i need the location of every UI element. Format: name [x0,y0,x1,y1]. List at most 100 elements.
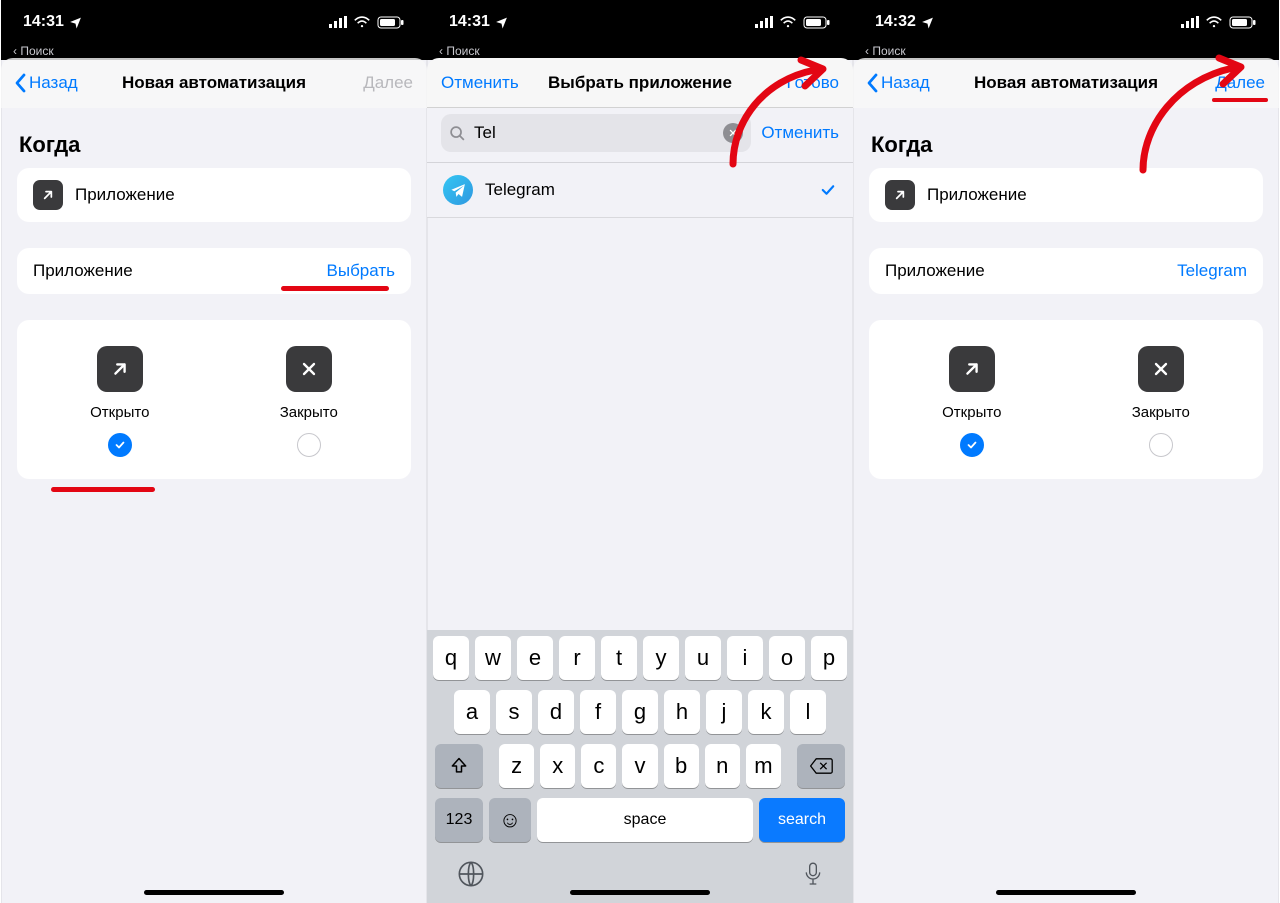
choose-link[interactable]: Выбрать [327,261,395,281]
location-icon [921,16,934,29]
nav-title: Новая автоматизация [122,73,306,93]
close-icon [286,346,332,392]
key-r[interactable]: r [559,636,595,680]
key-d[interactable]: d [538,690,574,734]
key-s[interactable]: s [496,690,532,734]
location-icon [495,16,508,29]
location-icon [69,16,82,29]
status-bar: 14:31 [1,0,427,44]
key-w[interactable]: w [475,636,511,680]
home-indicator[interactable] [570,890,710,895]
globe-icon[interactable] [457,860,485,893]
dictation-icon[interactable] [803,860,823,893]
key-g[interactable]: g [622,690,658,734]
emoji-key[interactable]: ☺ [489,798,531,842]
battery-icon [1229,16,1257,29]
row-label: Приложение [75,185,175,205]
option-open[interactable]: Открыто [942,346,1001,457]
section-when: Когда [1,108,427,168]
key-a[interactable]: a [454,690,490,734]
card-choose-app[interactable]: Приложение Telegram [869,248,1263,294]
card-trigger: Приложение [17,168,411,222]
search-input[interactable] [472,122,717,144]
key-n[interactable]: n [705,744,740,788]
kb-row-1: qwertyuiop [431,636,849,680]
next-button[interactable]: Далее [363,73,413,93]
key-m[interactable]: m [746,744,781,788]
clear-search-icon[interactable] [723,123,743,143]
card-trigger: Приложение [869,168,1263,222]
key-z[interactable]: z [499,744,534,788]
red-underline-3 [1212,98,1268,102]
done-button[interactable]: Готово [787,73,840,93]
home-indicator[interactable] [996,890,1136,895]
radio-open[interactable] [108,433,132,457]
key-q[interactable]: q [433,636,469,680]
option-closed[interactable]: Закрыто [1132,346,1190,457]
cellular-icon [1181,16,1199,28]
red-underline-1 [281,286,389,291]
status-bar: 14:31 [427,0,853,44]
row-label: Приложение [33,261,133,281]
status-bar: 14:32 [853,0,1279,44]
kb-row-4: 123 ☺ space search [431,798,849,842]
cancel-button[interactable]: Отменить [441,73,519,93]
kb-row-3: zxcvbnm [431,744,849,788]
status-time: 14:32 [875,13,916,31]
open-icon [949,346,995,392]
keyboard[interactable]: qwertyuiop asdfghjkl zxcvbnm 123 ☺ space… [427,630,853,903]
cancel-search-button[interactable]: Отменить [761,123,839,143]
wifi-icon [1205,16,1223,29]
nav-title: Новая автоматизация [974,73,1158,93]
key-x[interactable]: x [540,744,575,788]
radio-open[interactable] [960,433,984,457]
wifi-icon [353,16,371,29]
screen-3: 14:32 Поиск Назад Новая автоматизация Да… [853,0,1279,903]
key-c[interactable]: c [581,744,616,788]
wifi-icon [779,16,797,29]
numbers-key[interactable]: 123 [435,798,483,842]
app-open-icon [33,180,63,210]
backspace-key[interactable] [797,744,845,788]
key-u[interactable]: u [685,636,721,680]
back-button[interactable]: Назад [15,73,78,93]
chosen-app[interactable]: Telegram [1177,261,1247,281]
cellular-icon [755,16,773,28]
option-closed[interactable]: Закрыто [280,346,338,457]
checkmark-icon [819,181,837,199]
key-f[interactable]: f [580,690,616,734]
row-label: Приложение [927,185,1027,205]
search-action-key[interactable]: search [759,798,845,842]
next-button[interactable]: Далее [1215,73,1265,93]
home-indicator[interactable] [144,890,284,895]
radio-closed[interactable] [1149,433,1173,457]
key-j[interactable]: j [706,690,742,734]
option-open[interactable]: Открыто [90,346,149,457]
key-k[interactable]: k [748,690,784,734]
space-key[interactable]: space [537,798,753,842]
key-l[interactable]: l [790,690,826,734]
key-v[interactable]: v [622,744,657,788]
shift-key[interactable] [435,744,483,788]
nav-bar: Отменить Выбрать приложение Готово [427,58,853,108]
key-b[interactable]: b [664,744,699,788]
key-y[interactable]: y [643,636,679,680]
screen-1: 14:31 Поиск Назад Новая автоматизация Да… [1,0,427,903]
key-o[interactable]: o [769,636,805,680]
key-e[interactable]: e [517,636,553,680]
key-t[interactable]: t [601,636,637,680]
key-p[interactable]: p [811,636,847,680]
search-field[interactable] [441,114,751,152]
search-icon [449,125,466,142]
radio-closed[interactable] [297,433,321,457]
cellular-icon [329,16,347,28]
key-h[interactable]: h [664,690,700,734]
battery-icon [803,16,831,29]
result-telegram[interactable]: Telegram [427,163,853,218]
card-open-close: Открыто Закрыто [17,320,411,479]
result-label: Telegram [485,180,555,200]
back-button[interactable]: Назад [867,73,930,93]
telegram-icon [443,175,473,205]
key-i[interactable]: i [727,636,763,680]
app-open-icon [885,180,915,210]
